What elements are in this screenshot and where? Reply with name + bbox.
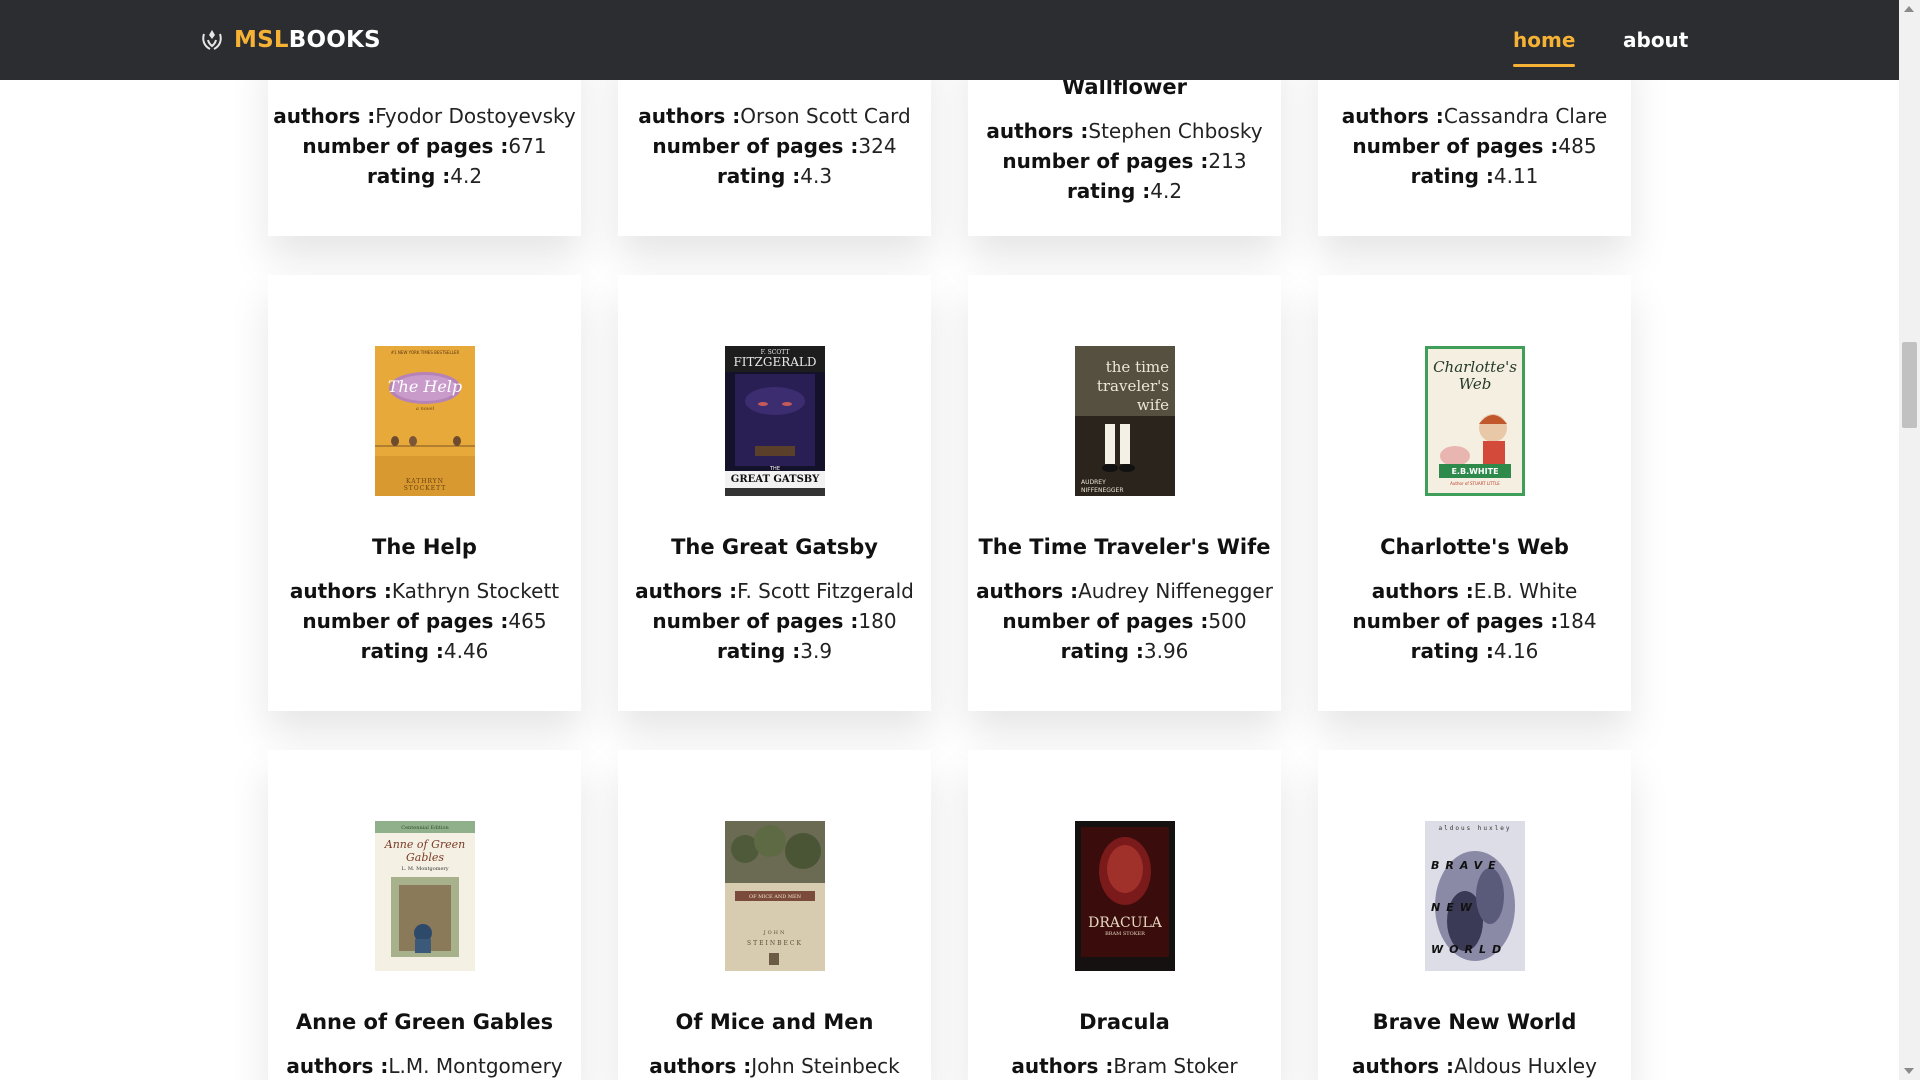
book-cover-image[interactable]: #1 NEW YORK TIMES BESTSELLER The Help a …	[375, 346, 475, 496]
svg-text:L. M. Montgomery: L. M. Montgomery	[401, 866, 448, 872]
book-info: authors :L.M. Montgomery	[286, 1054, 563, 1078]
svg-text:wife: wife	[1137, 396, 1169, 414]
svg-text:NEW: NEW	[1431, 901, 1478, 914]
svg-text:Author of STUART LITTLE: Author of STUART LITTLE	[1450, 481, 1500, 486]
book-info: authors :Aldous Huxley	[1352, 1054, 1597, 1078]
svg-text:Centennial Edition: Centennial Edition	[401, 825, 449, 831]
book-card[interactable]: OF MICE AND MEN JOHN STEINBECK Of Mice a…	[618, 750, 931, 1080]
book-card[interactable]: DRACULA BRAM STOKER Dracula authors :Bra…	[968, 750, 1281, 1080]
svg-text:The Help: The Help	[388, 377, 462, 396]
svg-text:DRACULA: DRACULA	[1088, 915, 1163, 931]
svg-text:NIFFENEGGER: NIFFENEGGER	[1081, 487, 1124, 494]
book-cover-image[interactable]: Centennial Edition Anne of Green Gables …	[375, 821, 475, 971]
book-cover-image[interactable]: Charlotte's Web E.B.WHITE Author of STUA…	[1425, 346, 1525, 496]
book-title: The Time Traveler's Wife	[978, 535, 1271, 559]
svg-text:JOHN: JOHN	[763, 930, 787, 936]
book-info: authors :Kathryn Stockett number of page…	[289, 579, 560, 663]
book-title: Dracula	[1079, 1010, 1170, 1034]
book-card[interactable]: Centennial Edition Anne of Green Gables …	[268, 750, 581, 1080]
book-info: authors :F. Scott Fitzgerald number of p…	[635, 579, 914, 663]
svg-text:traveler's: traveler's	[1097, 377, 1169, 395]
book-info: authors :Fyodor Dostoyevsky number of pa…	[273, 104, 576, 188]
book-card[interactable]: Charlotte's Web E.B.WHITE Author of STUA…	[1318, 275, 1631, 711]
book-cover-image[interactable]: the time traveler's wife AUDREY NIFFENEG…	[1075, 346, 1175, 496]
svg-text:STOCKETT: STOCKETT	[404, 485, 447, 492]
svg-text:#1 NEW YORK TIMES BESTSELLER: #1 NEW YORK TIMES BESTSELLER	[391, 350, 460, 355]
svg-text:aldous huxley: aldous huxley	[1439, 825, 1512, 832]
svg-text:BRAM STOKER: BRAM STOKER	[1105, 931, 1145, 937]
book-title: The Help	[372, 535, 477, 559]
book-title: The Great Gatsby	[671, 535, 878, 559]
book-info: authors :Stephen Chbosky number of pages…	[986, 119, 1263, 203]
scroll-up-arrow-icon[interactable]	[1904, 6, 1914, 12]
book-info: authors :Bram Stoker	[1011, 1054, 1238, 1078]
book-info: authors :E.B. White number of pages :184…	[1352, 579, 1597, 663]
book-card[interactable]: the time traveler's wife AUDREY NIFFENEG…	[968, 275, 1281, 711]
book-title: Charlotte's Web	[1380, 535, 1569, 559]
book-card[interactable]: F. SCOTT FITZGERALD THE GREAT GATSBY The…	[618, 275, 931, 711]
book-info: authors :Audrey Niffenegger number of pa…	[976, 579, 1273, 663]
scroll-down-arrow-icon[interactable]	[1904, 1068, 1914, 1074]
logo-link[interactable]: MSLBOOKS	[198, 26, 381, 54]
navbar: MSLBOOKS home about	[0, 0, 1899, 80]
svg-text:Anne of Green: Anne of Green	[384, 838, 465, 851]
svg-text:STEINBECK: STEINBECK	[747, 940, 803, 947]
svg-text:Charlotte's: Charlotte's	[1433, 358, 1517, 376]
book-title: Of Mice and Men	[675, 1010, 874, 1034]
nav-home-link[interactable]: home	[1513, 28, 1576, 67]
book-cover-image[interactable]: aldous huxley BRAVE NEW WORLD	[1425, 821, 1525, 971]
svg-text:KATHRYN: KATHRYN	[406, 478, 444, 485]
book-info: authors :John Steinbeck	[649, 1054, 900, 1078]
svg-text:GREAT GATSBY: GREAT GATSBY	[731, 474, 820, 485]
svg-text:BRAVE: BRAVE	[1431, 859, 1502, 872]
svg-text:Gables: Gables	[406, 851, 444, 864]
nav-about-link[interactable]: about	[1623, 28, 1688, 52]
svg-text:OF MICE AND MEN: OF MICE AND MEN	[749, 894, 802, 900]
book-title: Brave New World	[1372, 1010, 1577, 1034]
book-cover-image[interactable]: DRACULA BRAM STOKER	[1075, 821, 1175, 971]
scroll-thumb[interactable]	[1902, 342, 1917, 428]
logo-text: MSLBOOKS	[234, 27, 381, 53]
book-info: authors :Orson Scott Card number of page…	[638, 104, 911, 188]
book-card[interactable]: aldous huxley BRAVE NEW WORLD Brave New …	[1318, 750, 1631, 1080]
page-scrollbar[interactable]	[1899, 0, 1920, 1080]
svg-text:WORLD: WORLD	[1431, 943, 1507, 956]
svg-text:FITZGERALD: FITZGERALD	[733, 355, 816, 369]
book-cover-image[interactable]: OF MICE AND MEN JOHN STEINBECK	[725, 821, 825, 971]
svg-text:AUDREY: AUDREY	[1081, 479, 1106, 486]
book-card[interactable]: #1 NEW YORK TIMES BESTSELLER The Help a …	[268, 275, 581, 711]
laurel-logo-icon	[198, 26, 226, 54]
svg-text:E.B.WHITE: E.B.WHITE	[1451, 467, 1498, 476]
svg-text:Web: Web	[1459, 375, 1492, 393]
svg-text:a novel: a novel	[416, 406, 435, 412]
svg-text:the time: the time	[1106, 358, 1169, 376]
book-title: Anne of Green Gables	[295, 1010, 554, 1034]
book-info: authors :Cassandra Clare number of pages…	[1341, 104, 1608, 188]
book-cover-image[interactable]: F. SCOTT FITZGERALD THE GREAT GATSBY	[725, 346, 825, 496]
